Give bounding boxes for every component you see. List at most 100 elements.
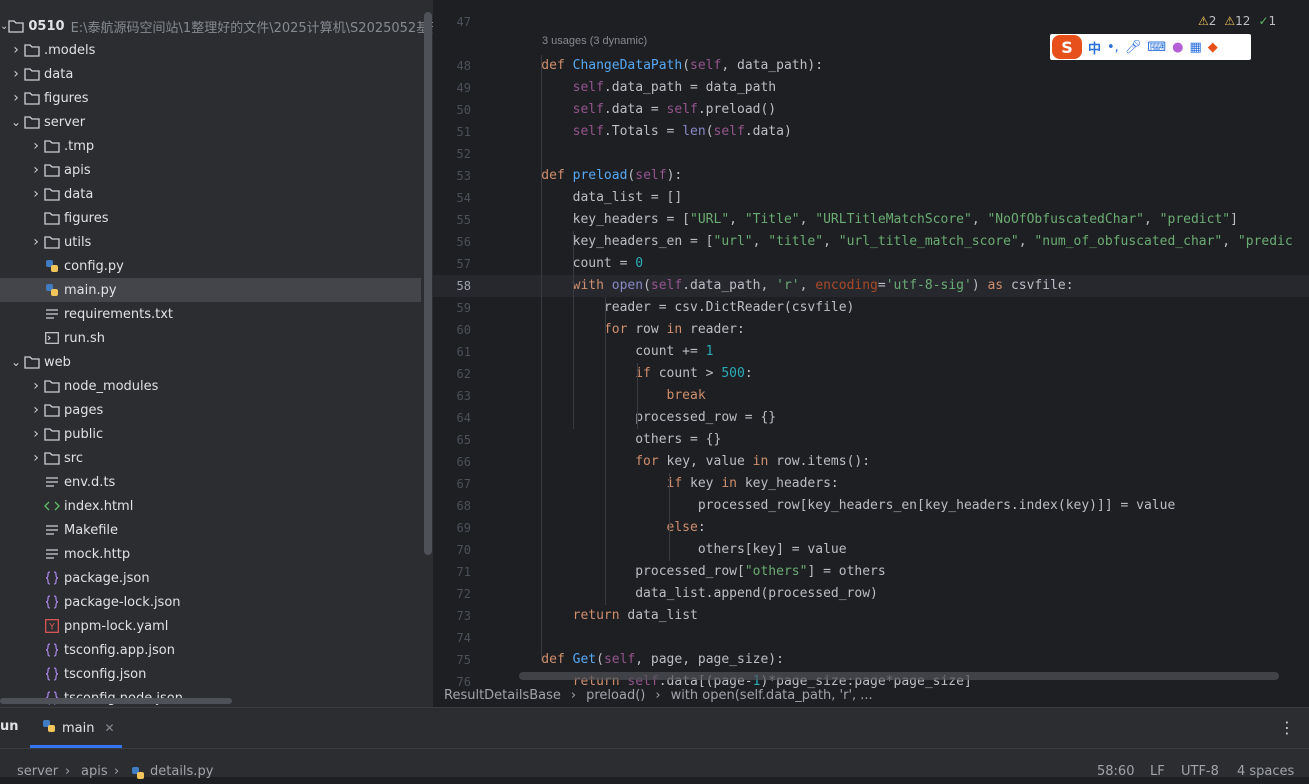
line-number[interactable]: 59 (433, 297, 471, 319)
chevron-right-icon[interactable]: › (28, 426, 44, 442)
code-line[interactable]: 53 def preload(self): (433, 165, 1309, 187)
code-line[interactable]: 55 key_headers = ["URL", "Title", "URLTi… (433, 209, 1309, 231)
status-path-apis[interactable]: apis (81, 764, 108, 779)
code-line[interactable]: 59 reader = csv.DictReader(csvfile) (433, 297, 1309, 319)
code-line[interactable]: 61 count += 1 (433, 341, 1309, 363)
tree-item[interactable]: › .models (0, 38, 421, 62)
chevron-right-icon[interactable]: › (28, 402, 44, 418)
code-line[interactable]: 58 with open(self.data_path, 'r', encodi… (433, 275, 1309, 297)
chevron-down-icon[interactable]: ⌄ (8, 354, 24, 370)
tree-item[interactable]: › .tmp (0, 134, 421, 158)
tree-item[interactable]: env.d.ts (0, 470, 421, 494)
keyboard-icon[interactable]: ⌨ (1147, 40, 1166, 55)
line-number[interactable]: 64 (433, 407, 471, 429)
tree-item[interactable]: index.html (0, 494, 421, 518)
chevron-right-icon[interactable]: › (28, 234, 44, 250)
inspection-widget[interactable]: ⚠2 ⚠12 ✓1 (1198, 14, 1276, 28)
tree-item[interactable]: Makefile (0, 518, 421, 542)
skin-icon[interactable]: ● (1172, 40, 1183, 55)
breadcrumb-block[interactable]: with open(self.data_path, 'r', ... (671, 688, 873, 703)
breadcrumb-method[interactable]: preload() (586, 688, 645, 703)
code-line[interactable]: 52 (433, 143, 1309, 165)
line-number[interactable]: 49 (433, 77, 471, 99)
tree-item[interactable]: › pages (0, 398, 421, 422)
line-number[interactable]: 57 (433, 253, 471, 275)
line-number[interactable]: 68 (433, 495, 471, 517)
line-number[interactable]: 65 (433, 429, 471, 451)
chevron-down-icon[interactable]: ⌄ (8, 114, 24, 130)
weak-warning-count[interactable]: ⚠12 (1224, 14, 1250, 28)
code-line[interactable]: 49 self.data_path = data_path (433, 77, 1309, 99)
code-line[interactable]: 73 return data_list (433, 605, 1309, 627)
code-line[interactable]: 69 else: (433, 517, 1309, 539)
code-line[interactable]: 50 self.data = self.preload() (433, 99, 1309, 121)
code-line[interactable]: 71 processed_row["others"] = others (433, 561, 1309, 583)
chevron-right-icon[interactable]: › (28, 378, 44, 394)
file-encoding[interactable]: UTF-8 (1181, 764, 1219, 779)
line-number[interactable]: 74 (433, 627, 471, 649)
code-line[interactable]: 56 key_headers_en = ["url", "title", "ur… (433, 231, 1309, 253)
line-number[interactable]: 54 (433, 187, 471, 209)
tree-item[interactable]: ⌄ web (0, 350, 421, 374)
line-number[interactable]: 75 (433, 649, 471, 671)
usage-hint[interactable]: 3 usages (3 dynamic) (542, 35, 647, 47)
code-line[interactable]: 47 (433, 11, 1309, 33)
ime-mode[interactable]: 中 (1088, 38, 1101, 57)
tree-item[interactable]: tsconfig.json (0, 662, 421, 686)
line-number[interactable]: 61 (433, 341, 471, 363)
code-line[interactable]: 74 (433, 627, 1309, 649)
status-path-server[interactable]: server (17, 764, 58, 779)
chevron-right-icon[interactable]: › (28, 450, 44, 466)
code-line[interactable]: 54 data_list = [] (433, 187, 1309, 209)
line-number[interactable]: 58 (433, 275, 471, 297)
line-number[interactable]: 72 (433, 583, 471, 605)
code-line[interactable]: 68 processed_row[key_headers_en[key_head… (433, 495, 1309, 517)
tree-item[interactable]: run.sh (0, 326, 421, 350)
chevron-right-icon[interactable]: › (28, 186, 44, 202)
code-line[interactable]: 63 break (433, 385, 1309, 407)
code-line[interactable]: 60 for row in reader: (433, 319, 1309, 341)
tree-item[interactable]: › data (0, 62, 421, 86)
tree-item[interactable]: package.json (0, 566, 421, 590)
line-number[interactable]: 60 (433, 319, 471, 341)
code-line[interactable]: 57 count = 0 (433, 253, 1309, 275)
chevron-right-icon[interactable]: › (28, 162, 44, 178)
code-line[interactable]: 66 for key, value in row.items(): (433, 451, 1309, 473)
tree-item[interactable]: ⌄ server (0, 110, 421, 134)
status-path-file[interactable]: details.py (150, 764, 213, 779)
tree-item[interactable]: › src (0, 446, 421, 470)
line-separator[interactable]: LF (1150, 764, 1165, 779)
line-number[interactable]: 63 (433, 385, 471, 407)
line-number[interactable]: 62 (433, 363, 471, 385)
tree-item[interactable]: › node_modules (0, 374, 421, 398)
warning-count[interactable]: ⚠2 (1198, 14, 1216, 28)
code-line[interactable]: 64 processed_row = {} (433, 407, 1309, 429)
line-number[interactable]: 73 (433, 605, 471, 627)
code-line[interactable]: 75 def Get(self, page, page_size): (433, 649, 1309, 671)
tree-item[interactable]: › figures (0, 86, 421, 110)
mascot-icon[interactable]: ◆ (1208, 40, 1218, 55)
ime-punctuation[interactable]: •, (1107, 40, 1119, 55)
project-horizontal-scrollbar[interactable] (0, 698, 232, 704)
run-tab-main[interactable]: main ✕ (30, 708, 122, 748)
breadcrumb-class[interactable]: ResultDetailsBase (444, 688, 561, 703)
code-line[interactable]: 70 others[key] = value (433, 539, 1309, 561)
tree-item[interactable]: config.py (0, 254, 421, 278)
line-number[interactable]: 56 (433, 231, 471, 253)
code-line[interactable]: 72 data_list.append(processed_row) (433, 583, 1309, 605)
code-line[interactable]: 51 self.Totals = len(self.data) (433, 121, 1309, 143)
line-number[interactable]: 66 (433, 451, 471, 473)
tree-item[interactable]: tsconfig.app.json (0, 638, 421, 662)
ok-count[interactable]: ✓1 (1258, 14, 1276, 28)
line-number[interactable]: 70 (433, 539, 471, 561)
line-number[interactable]: 50 (433, 99, 471, 121)
line-number[interactable]: 53 (433, 165, 471, 187)
line-number[interactable]: 71 (433, 561, 471, 583)
tree-item[interactable]: › data (0, 182, 421, 206)
line-number[interactable]: 51 (433, 121, 471, 143)
chevron-down-icon[interactable]: ⌄ (0, 18, 8, 34)
project-vertical-scrollbar[interactable] (424, 12, 432, 555)
indent-setting[interactable]: 4 spaces (1237, 764, 1294, 779)
line-number[interactable]: 52 (433, 143, 471, 165)
tree-item[interactable]: package-lock.json (0, 590, 421, 614)
